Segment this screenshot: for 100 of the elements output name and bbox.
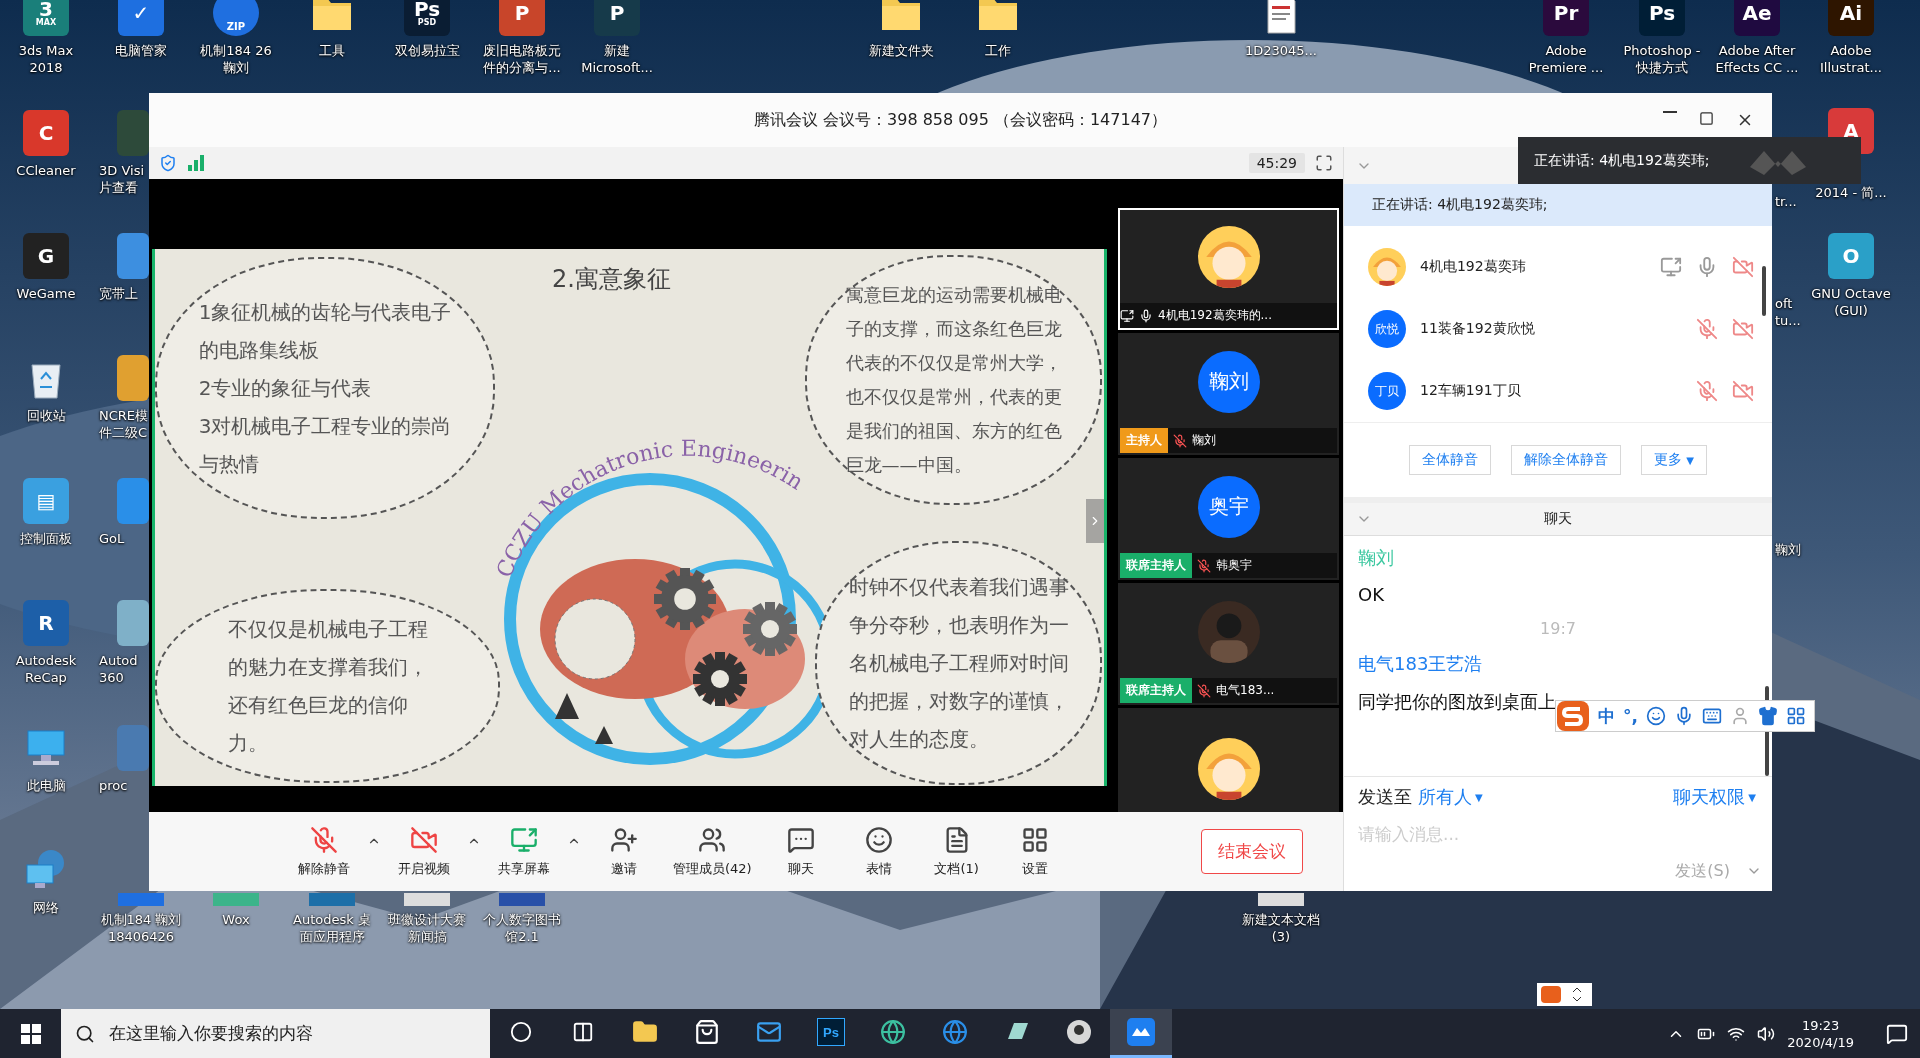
icon-label: CCleaner — [16, 162, 76, 179]
photo-icon — [1066, 1019, 1092, 1045]
window-title: 腾讯会议 会议号：398 858 095 （会议密码：147147） — [753, 109, 1167, 131]
fullscreen-icon[interactable] — [1315, 154, 1333, 172]
icon-label: tr... — [1775, 193, 1797, 210]
avatar — [1368, 248, 1406, 286]
icon-label: WeGame — [16, 285, 76, 302]
toolbar-button[interactable]: 管理成员(42) — [667, 821, 758, 882]
app-icon[interactable]: Ps PSD — [404, 0, 450, 36]
icon-label: oft tu... — [1775, 295, 1801, 329]
icon-label: 废旧电路板元 件的分离与... — [483, 42, 561, 76]
taskbar-app-button[interactable] — [1110, 1009, 1172, 1058]
icon-label: Adobe Premiere ... — [1528, 42, 1604, 76]
notification-icon[interactable] — [1886, 1022, 1908, 1045]
app-icon[interactable]: Pr — [1543, 0, 1589, 36]
task-view-icon — [572, 1021, 594, 1043]
app-icon[interactable]: Ae — [1734, 0, 1780, 36]
scrollbar[interactable] — [1762, 266, 1766, 316]
role-badge: 主持人 — [1120, 428, 1168, 453]
icon-label: 网络 — [33, 899, 59, 916]
search-icon — [75, 1023, 95, 1044]
icon-label: 机制184 鞠刘 18406426 — [100, 911, 182, 945]
icon-label: Adobe Illustrat... — [1820, 42, 1882, 76]
app-icon[interactable]: C — [23, 110, 69, 156]
icon-label: 1D23045... — [1244, 42, 1317, 59]
toolbar-button[interactable]: 邀请 — [589, 821, 659, 882]
icon-label: Autod 360 — [99, 652, 138, 686]
video-tile[interactable] — [1118, 708, 1339, 812]
participant-row[interactable]: 4机电192葛奕玮 — [1344, 236, 1772, 298]
meeting-timer: 45:29 — [1248, 153, 1305, 173]
end-meeting-button[interactable]: 结束会议 — [1201, 829, 1303, 874]
volume-icon[interactable] — [1757, 1024, 1776, 1043]
speaking-banner: 正在讲话: 4机电192葛奕玮; — [1344, 184, 1772, 226]
icon-label: GNU Octave (GUI) — [1811, 285, 1891, 319]
icon-label: 控制面板 — [20, 530, 72, 547]
toolbar-button[interactable]: 聊天 — [765, 821, 836, 882]
keyboard-icon[interactable] — [1701, 706, 1722, 726]
bubble-text: 寓意巨龙的运动需要机械电 子的支撑，而这条红色巨龙 代表的不仅仅是常州大学， 也不仅仅是常州，代表的更 是我们的祖国、东方的红色 巨龙——中国。 — [845, 283, 1062, 477]
video-tile[interactable]: 联席主持人 电气183... — [1118, 583, 1339, 705]
icon-label: 工具 — [319, 42, 345, 59]
settings-icon — [1020, 825, 1049, 854]
app-icon[interactable]: Ps — [1639, 0, 1685, 36]
store-icon — [694, 1019, 720, 1045]
icon-label: 鞠刘 — [1775, 541, 1801, 558]
chat-permission-dropdown[interactable]: 聊天权限 ▼ — [1673, 785, 1756, 809]
message-text: OK — [1358, 584, 1384, 605]
smiley-icon[interactable] — [1645, 706, 1666, 726]
app-icon[interactable]: ✓ — [118, 0, 164, 36]
app-icon: Ps — [817, 1018, 845, 1046]
toolbar-button[interactable]: 共享屏幕 — [489, 821, 559, 882]
input-method-indicator-icon[interactable] — [1537, 983, 1592, 1006]
video-tile[interactable]: 4机电192葛奕玮的... — [1118, 208, 1339, 330]
recipient-dropdown[interactable]: 所有人 ▼ — [1418, 785, 1483, 809]
punctuation-toggle[interactable]: °, — [1623, 706, 1638, 726]
shield-icon — [159, 154, 177, 172]
avatar: 奥宇 — [1197, 475, 1260, 538]
app-icon[interactable]: G — [23, 233, 69, 279]
taskbar-clock[interactable]: 19:23 2020/4/19 — [1787, 1016, 1854, 1051]
app-icon[interactable]: Ai — [1828, 0, 1874, 36]
taskbar-search-field[interactable]: 在这里输入你要搜索的内容 — [61, 1009, 490, 1058]
meeting-app-icon — [1127, 1018, 1155, 1046]
avatar: 欣悦 — [1368, 310, 1406, 348]
participant-row[interactable]: 欣悦 11装备192黄欣悦 — [1344, 298, 1772, 360]
icon-label: 3D Visi 片查看 — [99, 162, 145, 196]
participant-action-button[interactable]: 更多 ▼ — [1641, 445, 1707, 475]
participant-action-button[interactable]: 解除全体静音 — [1511, 445, 1622, 475]
search-placeholder: 在这里输入你要搜索的内容 — [109, 1022, 313, 1045]
sender-name: 鞠刘 — [1358, 546, 1394, 570]
taskbar-app-button[interactable]: Ps — [800, 1009, 862, 1058]
participant-row[interactable]: 丁贝 12车辆191丁贝 — [1344, 360, 1772, 422]
icon-label: 新建 Microsoft... — [581, 42, 653, 76]
message-text: 同学把你的图放到桌面上 — [1358, 690, 1556, 714]
maximize-icon — [1699, 111, 1714, 126]
circle-icon — [510, 1021, 532, 1043]
folder-icon — [632, 1019, 658, 1045]
send-to-label: 发送至 — [1358, 785, 1412, 809]
windows-logo-icon — [20, 1023, 41, 1044]
participant-name: 4机电192葛奕玮的... — [1158, 307, 1272, 324]
video-tile[interactable]: 奥宇 联席主持人 韩奥宇 — [1118, 458, 1339, 580]
slide-title: 2.寓意象征 — [552, 264, 671, 295]
toolbar-button[interactable]: 开启视频 — [389, 821, 459, 882]
video-tile[interactable]: 鞠刘 主持人 鞠刘 — [1118, 333, 1339, 455]
input-mode-toggle[interactable]: 中 — [1598, 704, 1615, 728]
toolbar-button[interactable]: 文档(1) — [921, 821, 992, 882]
toolbar-button[interactable]: 设置 — [999, 821, 1070, 882]
shirt-icon[interactable] — [1757, 706, 1778, 726]
participant-action-button[interactable]: 全体静音 — [1409, 445, 1492, 475]
icon-label: Autodesk 桌 面应用程序 — [293, 911, 371, 945]
toast-text: 正在讲话: 4机电192葛奕玮; — [1534, 151, 1710, 170]
icon-label: 宽带上 — [99, 285, 138, 302]
app-icon[interactable]: P — [499, 0, 545, 36]
app-icon[interactable]: 3 MAX — [23, 0, 69, 36]
toolbar-button[interactable]: 解除静音 — [289, 821, 359, 882]
app-icon[interactable]: P — [594, 0, 640, 36]
grid-icon[interactable] — [1785, 706, 1806, 726]
icon-label: Adobe After Effects CC ... — [1715, 42, 1799, 76]
app-icon[interactable]: R — [23, 600, 69, 646]
toolbar-button[interactable]: 表情 — [843, 821, 914, 882]
bubble-text: 1象征机械的齿轮与代表电子 的电路集线板 2专业的象征与代表 3对机械电子工程专业的崇尚 与热情 — [198, 299, 452, 478]
browser-icon — [880, 1019, 906, 1045]
